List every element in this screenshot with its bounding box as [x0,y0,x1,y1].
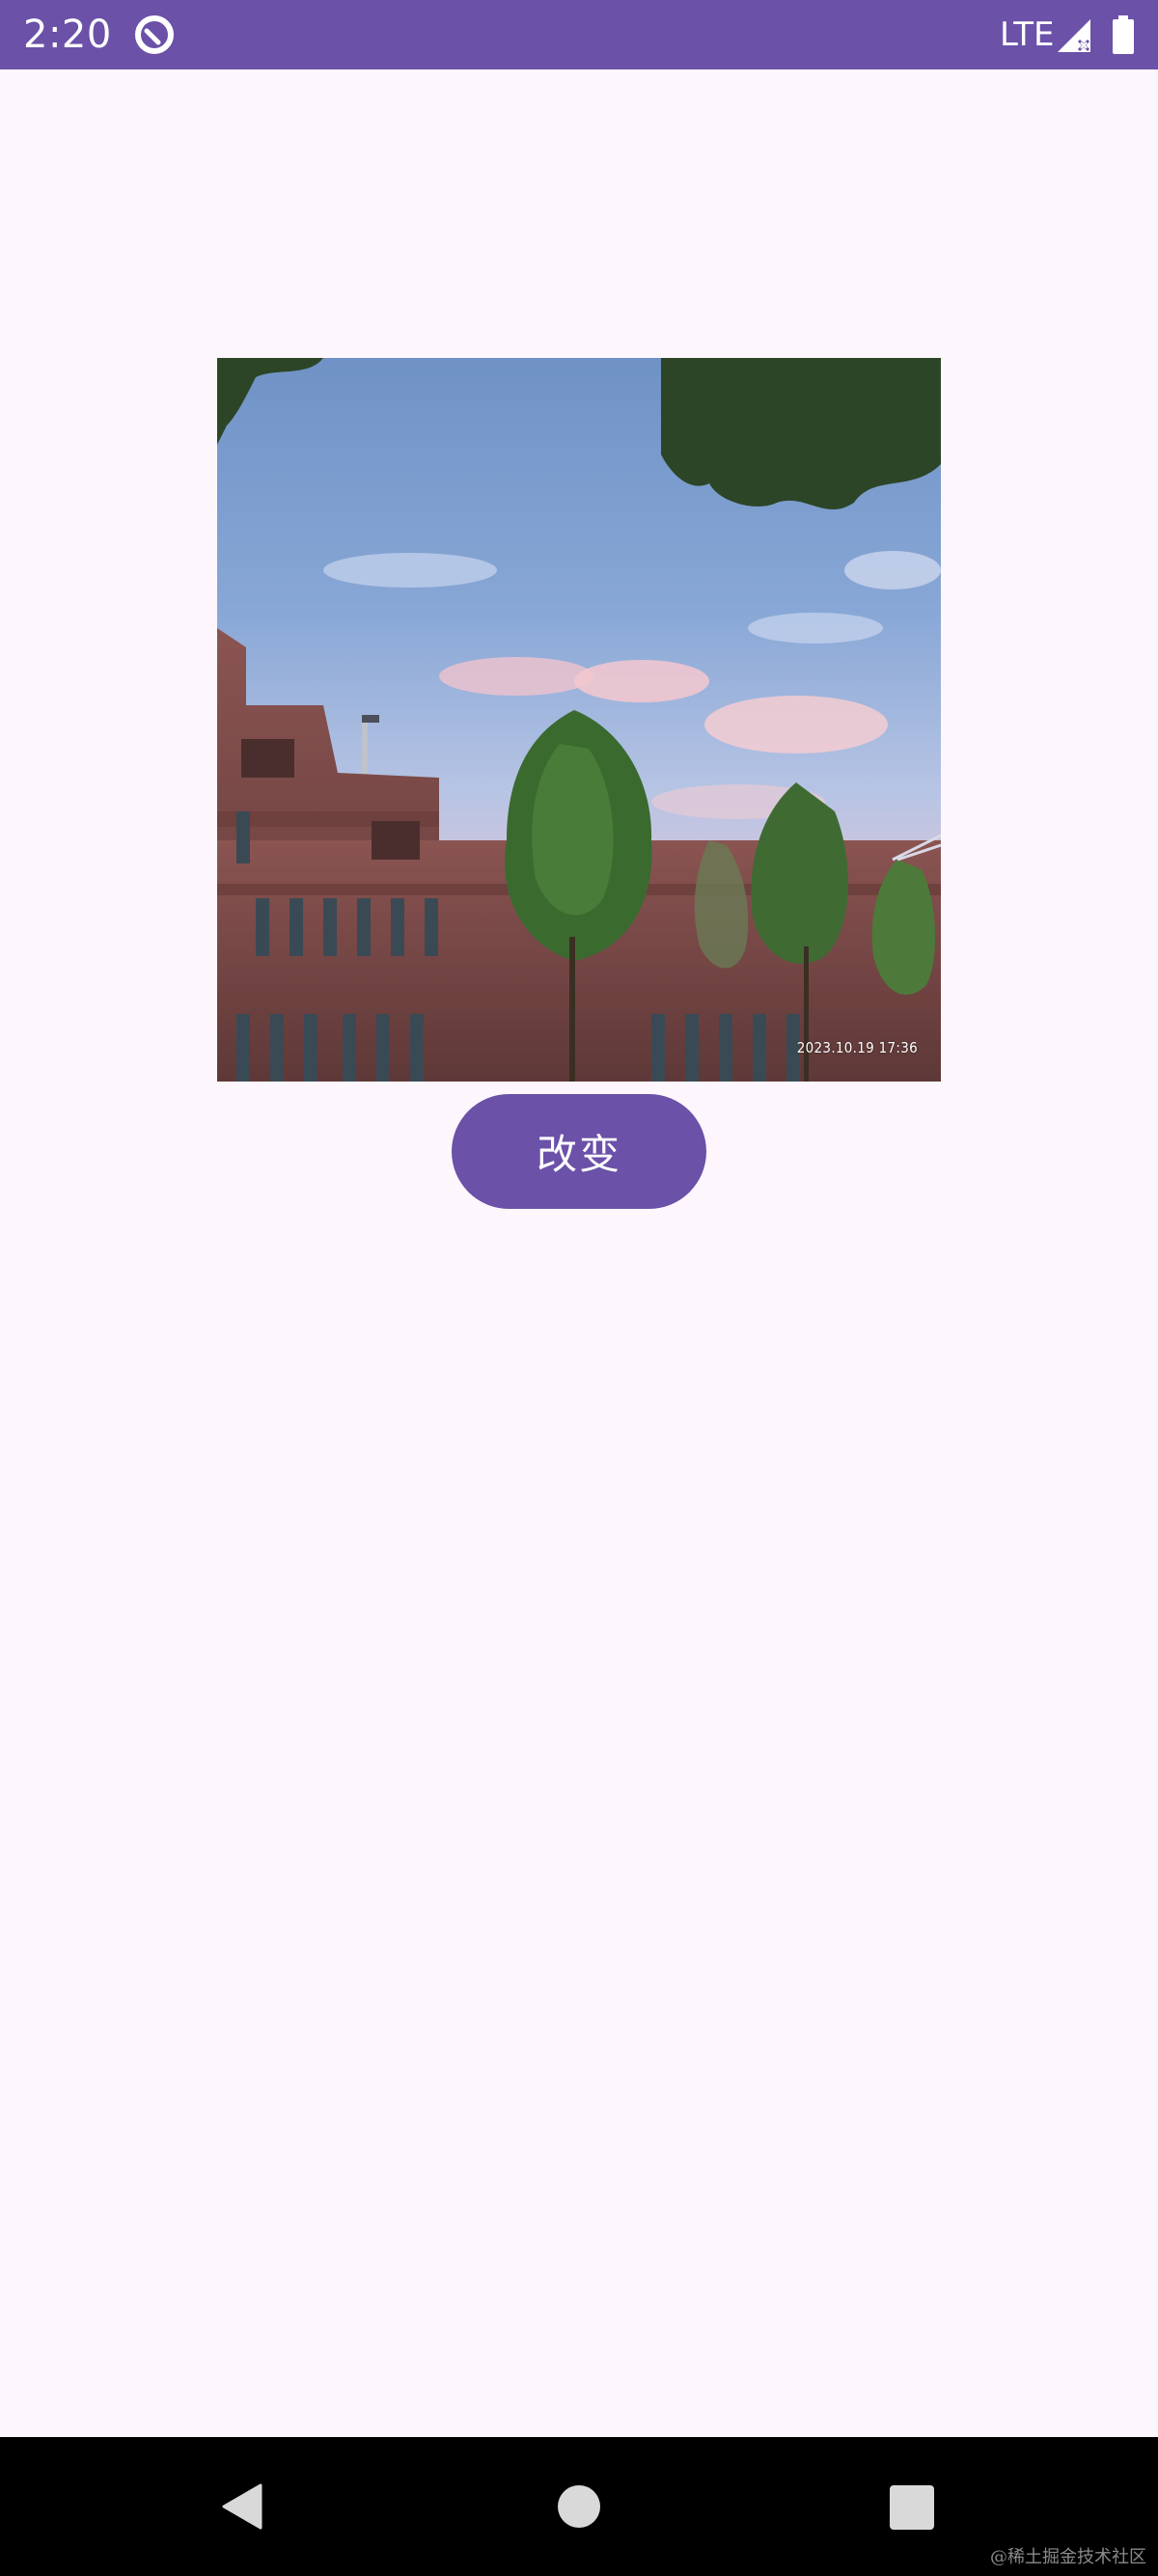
back-triangle-icon[interactable] [220,2481,264,2532]
recents-square-icon[interactable] [890,2485,934,2530]
watermark-text: @稀土掘金技术社区 [990,2547,1146,2567]
status-time: 2:20 [23,13,112,57]
app-notification-icon [133,14,176,56]
change-button[interactable]: 改变 [452,1094,706,1209]
signal-icon [1056,17,1094,54]
status-bar: 2:20 LTE [0,0,1158,69]
home-circle-icon[interactable] [558,2485,600,2528]
battery-icon [1112,15,1135,54]
navigation-bar: @稀土掘金技术社区 [0,2437,1158,2576]
photo-image: 2023.10.19 17:36 [217,358,941,1082]
network-type: LTE [1000,15,1055,54]
photo-timestamp: 2023.10.19 17:36 [796,1039,918,1056]
